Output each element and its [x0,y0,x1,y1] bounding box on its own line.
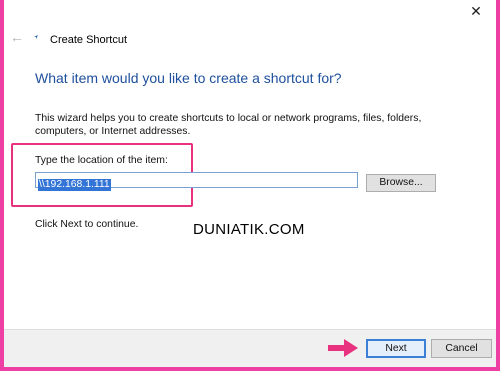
create-shortcut-window: ✕ ← Create Shortcut What item would you … [4,0,496,367]
wizard-description: This wizard helps you to create shortcut… [35,113,422,137]
next-button[interactable]: Next [366,339,426,358]
cancel-button[interactable]: Cancel [431,339,492,358]
pointer-arrow-icon [328,339,358,357]
location-label: Type the location of the item: [35,155,168,166]
page-heading: What item would you like to create a sho… [35,70,342,86]
shortcut-app-icon [32,35,38,41]
location-input[interactable]: \\192.168.1.111 [35,172,358,191]
watermark-text: DUNIATIK.COM [193,221,305,238]
browse-button[interactable]: Browse... [366,174,436,192]
window-title: Create Shortcut [50,34,128,46]
location-input-value[interactable]: \\192.168.1.111 [38,179,111,191]
back-arrow-icon[interactable]: ← [10,30,26,44]
continue-hint: Click Next to continue. [35,219,139,230]
close-icon[interactable]: ✕ [466,2,486,20]
